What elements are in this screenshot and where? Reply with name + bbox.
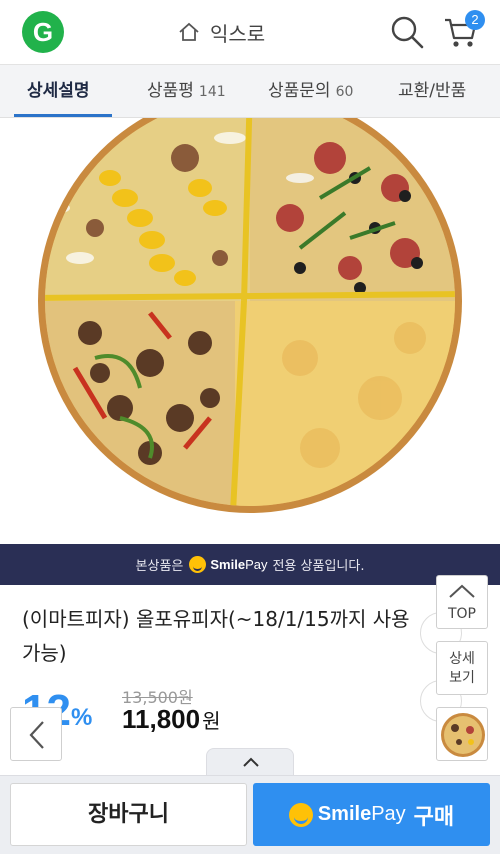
home-breadcrumb[interactable]: 익스로 — [178, 18, 265, 46]
home-icon — [179, 22, 199, 41]
tab-label: 교환/반품 — [398, 81, 467, 101]
smilepay-brand: SmilePay — [317, 803, 406, 825]
tab-label: 상세설명 — [27, 81, 90, 101]
banner-prefix: 본상품은 — [135, 559, 184, 574]
search-icon[interactable] — [389, 14, 425, 50]
product-image[interactable] — [0, 118, 500, 544]
chevron-up-icon — [243, 757, 259, 767]
tab-exchange-return[interactable]: 교환/반품 — [398, 65, 466, 119]
smilepay-logo-icon — [288, 802, 313, 827]
back-button[interactable] — [10, 707, 62, 761]
view-detail-button[interactable]: 상세 보기 — [436, 641, 488, 695]
tab-qna[interactable]: 상품문의 60 — [268, 65, 353, 119]
top-label: TOP — [447, 606, 476, 622]
cart-count-badge: 2 — [465, 10, 485, 30]
smilepay-only-banner: 본상품은 SmilePay 전용 상품입니다. — [0, 544, 500, 585]
tab-reviews[interactable]: 상품평 141 — [147, 65, 226, 119]
drawer-handle[interactable] — [206, 748, 294, 776]
detail-label-2: 보기 — [449, 670, 475, 686]
smilepay-brand: SmilePay — [210, 557, 268, 572]
tab-label: 상품평 — [147, 81, 194, 101]
gmarket-logo[interactable]: G — [22, 11, 64, 53]
chevron-left-icon — [29, 721, 44, 749]
tab-count: 60 — [335, 84, 354, 100]
product-title: (이마트피자) 올포유피자(~18/1/15까지 사용가능) — [22, 607, 410, 665]
sale-price: 11,800 원 — [122, 704, 221, 734]
buy-label: 구매 — [413, 804, 455, 830]
recent-product-thumbnail[interactable] — [436, 707, 488, 761]
chevron-up-icon — [449, 584, 475, 598]
detail-label-1: 상세 — [449, 651, 475, 667]
tab-label: 상품문의 — [268, 81, 331, 101]
smilepay-logo-icon — [189, 556, 207, 573]
banner-suffix: 전용 상품입니다. — [272, 559, 365, 574]
page-title: 익스로 — [210, 21, 266, 46]
add-to-cart-button[interactable]: 장바구니 — [10, 783, 247, 846]
smilepay-buy-button[interactable]: SmilePay 구매 — [253, 783, 490, 846]
top-header: G 익스로 2 — [0, 0, 500, 64]
scroll-top-button[interactable]: TOP — [436, 575, 488, 629]
product-tabs: 상세설명 상품평 141 상품문의 60 교환/반품 — [0, 64, 500, 118]
tab-description[interactable]: 상세설명 — [27, 65, 90, 119]
active-tab-indicator — [14, 114, 112, 117]
tab-count: 141 — [198, 84, 226, 100]
